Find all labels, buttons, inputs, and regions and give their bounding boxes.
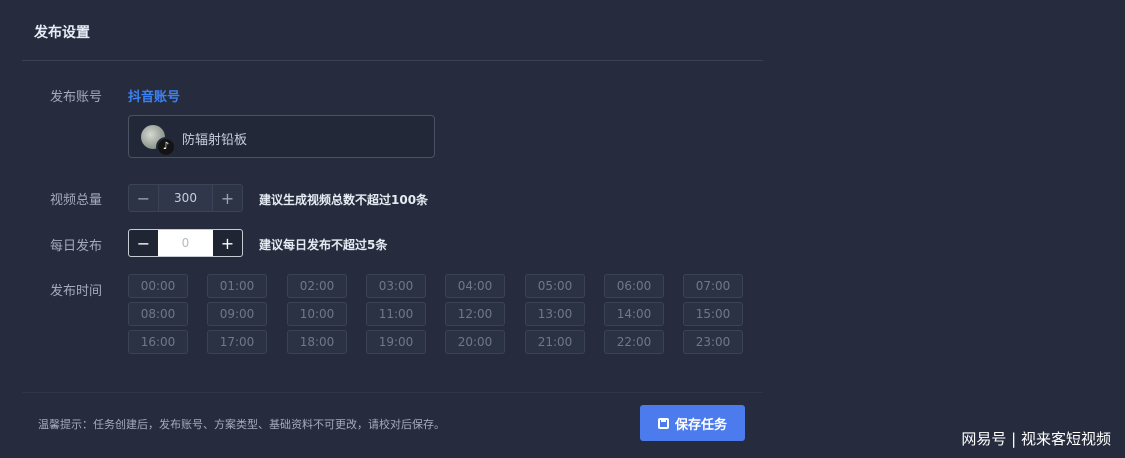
save-icon bbox=[657, 417, 669, 429]
daily-publish-plus-button[interactable]: + bbox=[213, 230, 242, 256]
publish-time-label: 发布时间 bbox=[50, 284, 103, 299]
watermark: 网易号 | 视来客短视频 bbox=[961, 430, 1111, 448]
time-slot[interactable]: 07:00 bbox=[683, 274, 743, 298]
time-slot[interactable]: 04:00 bbox=[445, 274, 505, 298]
account-label: 发布账号 bbox=[50, 90, 103, 105]
footer-divider bbox=[22, 392, 763, 393]
total-videos-stepper: − 300 + bbox=[128, 184, 243, 212]
time-slot[interactable]: 03:00 bbox=[366, 274, 426, 298]
time-slot[interactable]: 23:00 bbox=[683, 330, 743, 354]
warning-note: 温馨提示：任务创建后，发布账号、方案类型、基础资料不可更改，请校对后保存。 bbox=[38, 418, 445, 431]
time-slot[interactable]: 17:00 bbox=[207, 330, 267, 354]
time-slot[interactable]: 10:00 bbox=[287, 302, 347, 326]
time-slot[interactable]: 08:00 bbox=[128, 302, 188, 326]
panel-title: 发布设置 bbox=[34, 25, 90, 41]
total-videos-label: 视频总量 bbox=[50, 193, 103, 208]
daily-publish-stepper: − 0 + bbox=[128, 229, 243, 257]
daily-publish-input[interactable]: 0 bbox=[158, 230, 213, 256]
total-videos-minus-button[interactable]: − bbox=[129, 185, 158, 211]
time-slot[interactable]: 20:00 bbox=[445, 330, 505, 354]
tiktok-icon: ♪ bbox=[156, 137, 176, 157]
time-slot[interactable]: 14:00 bbox=[604, 302, 664, 326]
time-slot[interactable]: 19:00 bbox=[366, 330, 426, 354]
douyin-account-link[interactable]: 抖音账号 bbox=[128, 86, 180, 105]
account-name: 防辐射铅板 bbox=[182, 133, 248, 148]
time-slot[interactable]: 11:00 bbox=[366, 302, 426, 326]
time-slot[interactable]: 05:00 bbox=[525, 274, 585, 298]
daily-publish-label: 每日发布 bbox=[50, 239, 103, 254]
daily-publish-hint: 建议每日发布不超过5条 bbox=[259, 238, 388, 252]
total-videos-plus-button[interactable]: + bbox=[213, 185, 242, 211]
time-slot[interactable]: 13:00 bbox=[525, 302, 585, 326]
time-slot[interactable]: 06:00 bbox=[604, 274, 664, 298]
account-card[interactable]: ♪ 防辐射铅板 bbox=[128, 115, 435, 158]
time-slot[interactable]: 22:00 bbox=[604, 330, 664, 354]
time-slot[interactable]: 18:00 bbox=[287, 330, 347, 354]
save-task-button[interactable]: 保存任务 bbox=[640, 405, 745, 441]
time-slot[interactable]: 00:00 bbox=[128, 274, 188, 298]
time-slot[interactable]: 15:00 bbox=[683, 302, 743, 326]
time-slot[interactable]: 16:00 bbox=[128, 330, 188, 354]
daily-publish-minus-button[interactable]: − bbox=[129, 230, 158, 256]
time-slot[interactable]: 09:00 bbox=[207, 302, 267, 326]
save-task-label: 保存任务 bbox=[674, 417, 727, 433]
total-videos-input[interactable]: 300 bbox=[158, 185, 213, 211]
time-slot[interactable]: 12:00 bbox=[445, 302, 505, 326]
header-divider bbox=[22, 60, 763, 61]
time-slot-grid: 00:00 01:00 02:00 03:00 04:00 05:00 06:00 07:00… bbox=[128, 274, 743, 356]
time-slot[interactable]: 02:00 bbox=[287, 274, 347, 298]
total-videos-hint: 建议生成视频总数不超过100条 bbox=[259, 193, 429, 207]
time-slot[interactable]: 21:00 bbox=[525, 330, 585, 354]
time-slot[interactable]: 01:00 bbox=[207, 274, 267, 298]
